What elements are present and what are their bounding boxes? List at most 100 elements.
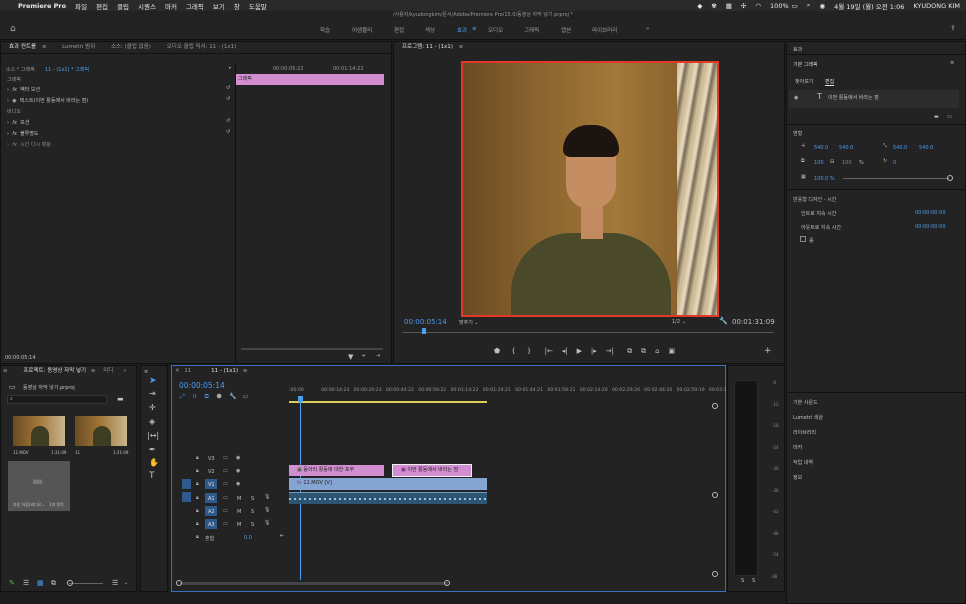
roll-checkbox[interactable]: [800, 236, 806, 242]
fan-icon[interactable]: ✣: [741, 2, 746, 10]
panel-info[interactable]: 정보: [793, 474, 802, 481]
mix-end-icon[interactable]: ⇤: [280, 533, 284, 539]
position-y[interactable]: 540.0: [839, 145, 853, 151]
expand-icon[interactable]: ›: [7, 131, 9, 137]
clip-v1-video[interactable]: fx 11.MOV [V]: [289, 478, 487, 490]
timeline-hscroll-right[interactable]: [444, 580, 450, 586]
clock[interactable]: 4월 19일 (월) 오전 1:06: [834, 1, 904, 11]
ws-captions[interactable]: 캡션: [561, 26, 571, 34]
fit-dropdown[interactable]: 맞추기 ⌄: [459, 319, 479, 326]
wifi-icon[interactable]: ◠: [755, 2, 761, 10]
type-tool-icon[interactable]: T: [149, 471, 155, 481]
program-scrubber[interactable]: [402, 332, 774, 333]
step-forward-icon[interactable]: |▸: [591, 347, 597, 355]
track-a3-mic-icon[interactable]: 🎙︎: [264, 520, 270, 526]
track-v3-label[interactable]: V3: [208, 456, 215, 462]
menu-file[interactable]: 파일: [75, 1, 87, 11]
grid-icon[interactable]: ▦: [726, 2, 732, 10]
panel-markers[interactable]: 마커: [793, 444, 802, 451]
source-label[interactable]: 소스 * 그래픽: [6, 66, 35, 73]
app-menu[interactable]: Premiere Pro: [18, 2, 66, 10]
track-v3-lock-icon[interactable]: 🔒︎: [196, 455, 199, 461]
track-a2-sync-icon[interactable]: ▭: [223, 508, 228, 514]
eg-more-layer-icon[interactable]: ▭: [947, 114, 952, 120]
eg-new-layer-icon[interactable]: ▬: [934, 114, 939, 120]
sort-icon[interactable]: ☰: [112, 579, 118, 587]
anchor-y[interactable]: 540.0: [919, 145, 933, 151]
freeform-view-icon[interactable]: ⧉: [51, 579, 56, 588]
program-playhead[interactable]: [422, 328, 426, 334]
timeline-hscroll[interactable]: [180, 582, 448, 585]
meter-solo-right[interactable]: S: [752, 578, 755, 584]
menu-view[interactable]: 보기: [213, 1, 225, 11]
sequence-label[interactable]: 11 - (1x1) * 그래픽: [45, 66, 89, 73]
tab-media[interactable]: 미디: [103, 368, 113, 374]
menu-window[interactable]: 창: [234, 1, 240, 11]
project-menu-icon[interactable]: ≡: [91, 368, 96, 374]
mix-lock-icon[interactable]: 🔒︎: [196, 534, 199, 540]
track-a1-solo[interactable]: S: [251, 496, 254, 502]
program-menu-icon[interactable]: ≡: [459, 44, 464, 50]
eg-tab-browse[interactable]: 찾아보기: [795, 78, 813, 85]
timeline-scroll-knob-top[interactable]: [712, 403, 718, 409]
timeline-scroll-knob-mid[interactable]: [712, 492, 718, 498]
track-v2-lock-icon[interactable]: 🔒︎: [196, 468, 199, 474]
track-a2-mic-icon[interactable]: 🎙︎: [264, 507, 270, 513]
new-bin-icon[interactable]: ▬: [117, 395, 124, 403]
ws-effects[interactable]: 효과: [457, 26, 467, 34]
menu-graphics[interactable]: 그래픽: [186, 1, 204, 11]
ws-more-icon[interactable]: »: [646, 26, 649, 32]
meter-solo-left[interactable]: S: [741, 578, 744, 584]
track-v2-sync-icon[interactable]: ▭: [223, 468, 228, 474]
menu-marker[interactable]: 마커: [165, 1, 177, 11]
fx-icon[interactable]: fx: [12, 87, 17, 93]
razor-tool-icon[interactable]: ◈: [149, 417, 155, 426]
clip-a1-audio[interactable]: [289, 492, 487, 504]
scale-value[interactable]: 100: [814, 160, 824, 166]
panel-libraries[interactable]: 라이브러리: [793, 429, 816, 436]
reset-icon[interactable]: ↺: [226, 129, 230, 135]
user-name[interactable]: KYUDONG KIM: [913, 2, 960, 10]
wrench-icon[interactable]: 🔧: [719, 317, 728, 325]
track-v1-eye-icon[interactable]: ◉: [236, 481, 240, 487]
fx-icon[interactable]: fx: [12, 131, 17, 137]
eg-title[interactable]: 기본 그래픽: [793, 61, 818, 68]
ripple-tool-icon[interactable]: ✛: [149, 403, 156, 412]
opacity-value[interactable]: 100.0 %: [814, 176, 835, 182]
track-v2-eye-icon[interactable]: ◉: [236, 468, 240, 474]
track-a3-sync-icon[interactable]: ▭: [223, 521, 228, 527]
nest-icon[interactable]: ⤢: [180, 393, 185, 400]
search-icon[interactable]: ⌕: [807, 1, 811, 10]
eg-tab-edit[interactable]: 편집: [825, 78, 835, 86]
control-center-icon[interactable]: ◉: [819, 2, 825, 10]
clip-v2-hope[interactable]: ▣ 이번 활동에서 바라는 점: [392, 464, 472, 477]
eg-menu-icon[interactable]: ≡: [950, 60, 954, 66]
menu-sequence[interactable]: 시퀀스: [138, 1, 156, 11]
project-search-input[interactable]: [7, 395, 107, 404]
list-view-icon[interactable]: ☰: [23, 579, 29, 587]
eg-layer-eye-icon[interactable]: ◉: [794, 95, 798, 101]
tab-lumetri-scopes[interactable]: Lumetri 범위: [62, 44, 95, 50]
track-a2-mute[interactable]: M: [237, 509, 241, 515]
text-row[interactable]: › ◉ 텍스트(이번 활동에서 바라는 점): [7, 97, 88, 104]
tab-menu-icon[interactable]: ≡: [42, 44, 47, 50]
quality-dropdown[interactable]: 1/2 ⌄: [672, 319, 686, 325]
step-back-icon[interactable]: ◂|: [562, 347, 568, 355]
eye-icon[interactable]: ◉: [12, 98, 16, 104]
expand-icon[interactable]: ›: [7, 87, 9, 93]
go-to-in-icon[interactable]: |←: [545, 347, 553, 355]
tab-source[interactable]: 소스: (클립 없음): [111, 44, 151, 50]
timeline-close-icon[interactable]: ✕: [175, 368, 180, 374]
reset-icon[interactable]: ↺: [226, 96, 230, 102]
extract-icon[interactable]: ⧉: [641, 347, 646, 355]
track-a1-lock-icon[interactable]: 🔒︎: [196, 495, 199, 501]
track-v1-sync-icon[interactable]: ▭: [223, 481, 228, 487]
filter-icon[interactable]: ▼: [348, 353, 353, 361]
timeline-ruler[interactable]: :00:00 00:00:14:23 00:00:29:23 00:00:44:22 0…: [289, 386, 727, 398]
add-button-icon[interactable]: +: [764, 346, 772, 356]
icon-view-icon[interactable]: ▦: [37, 579, 44, 587]
share-icon[interactable]: ⇪: [950, 25, 956, 32]
scale-percent[interactable]: 100: [842, 160, 852, 166]
track-v2-label[interactable]: V2: [208, 469, 215, 475]
track-a3-solo[interactable]: S: [251, 522, 254, 528]
